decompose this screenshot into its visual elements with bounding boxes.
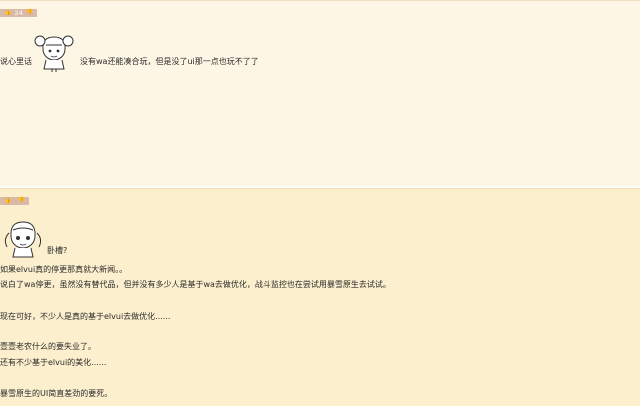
post-text-prefix: 说心里话	[0, 57, 32, 66]
girl-emoticon-icon	[4, 221, 42, 258]
vote-widget[interactable]: 👍 👎	[0, 197, 29, 205]
vote-widget[interactable]: 👍 24 👎	[0, 9, 38, 17]
post-line-2: 如果elvui真的停更那真就大新闻。。	[0, 265, 128, 274]
post-line-5: 壹壹老农什么的要失业了。	[0, 342, 96, 351]
reply-post-2: 👍 👎 卧槽? 如果elvui真的停更那真就大新闻。。 说白了wa停更，虽然没有…	[0, 188, 640, 406]
reply-post-1: 👍 24 👎 说心里话 没有wa还能凑合玩，但是没了ui那一点也玩不了了	[0, 0, 640, 186]
thumbs-down-icon[interactable]: 👎	[17, 197, 24, 205]
girl-emoticon-icon	[34, 35, 74, 72]
post-line-3: 说白了wa停更，虽然没有替代品，但并没有多少人是基于wa去做优化，战斗监控也在尝…	[0, 280, 391, 289]
thumbs-up-icon[interactable]: 👍	[4, 197, 11, 205]
post-line-7: 暴雪原生的UI简直差劲的要死。	[0, 389, 113, 398]
post-line-4: 现在可好，不少人是真的基于elvui去做优化......	[0, 312, 171, 321]
post-line-6: 还有不少基于elvui的美化......	[0, 358, 107, 367]
thumbs-up-icon[interactable]: 👍	[4, 9, 11, 17]
post-text-content: 没有wa还能凑合玩，但是没了ui那一点也玩不了了	[80, 57, 259, 66]
post-line-1: 卧槽?	[47, 246, 68, 255]
vote-count: 24	[14, 9, 23, 17]
thumbs-down-icon[interactable]: 👎	[26, 9, 33, 17]
